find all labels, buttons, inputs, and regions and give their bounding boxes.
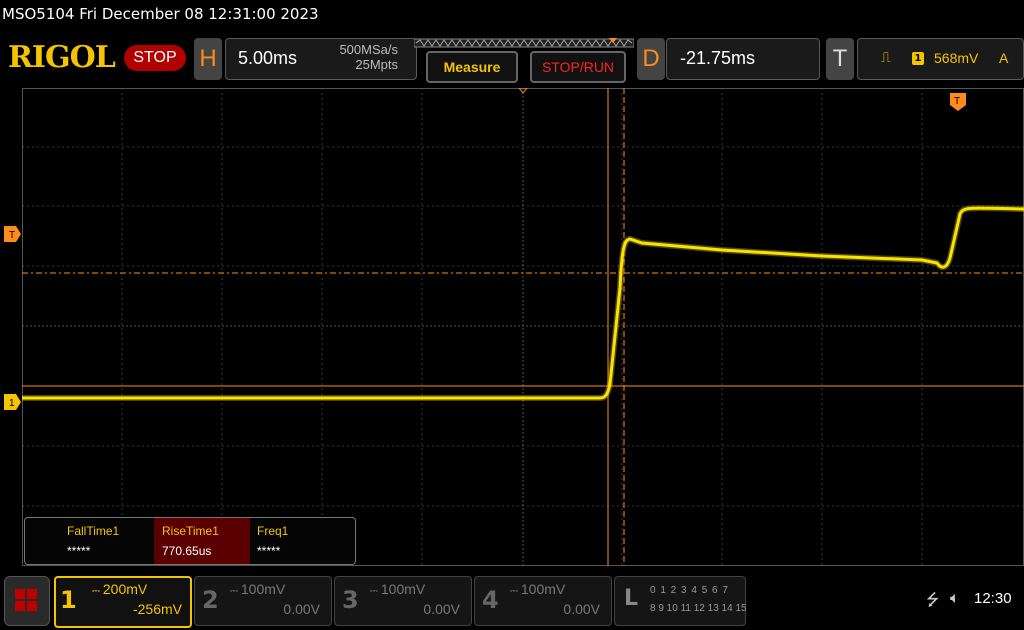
meas-risetime[interactable]: RiseTime1 770.65us [154, 518, 250, 564]
channel-1-scale-value: 200mV [102, 581, 148, 597]
menu-grid-icon [15, 589, 37, 611]
channel-2-scale-value: 100mV [240, 581, 286, 597]
channel-1-scale: ⎓ 200mV [92, 581, 147, 597]
trigger-level-marker-label: T [9, 230, 15, 241]
rising-edge-icon: ⎍ [881, 50, 891, 66]
channel-3-number: 3 [342, 586, 359, 614]
delay-tag[interactable]: D [637, 38, 665, 80]
ch1-offset-marker[interactable]: 1 [4, 394, 22, 410]
trigger-source-badge: 1 [912, 52, 924, 65]
graticule-center [22, 88, 1024, 566]
title-line: MSO5104 Fri December 08 12:31:00 2023 [2, 5, 319, 23]
sample-rate-info: 500MSa/s 25Mpts [318, 42, 398, 72]
channel-4-scale-value: 100mV [520, 581, 566, 597]
logic-channels-row-1: 0 1 2 3 4 5 6 7 [650, 585, 729, 596]
horizontal-tag[interactable]: H [194, 38, 222, 80]
meas-falltime[interactable]: FallTime1 ***** [59, 518, 155, 564]
graticule [22, 88, 1024, 566]
logic-channels-row-2: 8 9 10 11 12 13 14 15 [650, 603, 747, 614]
meas-name: FallTime1 [67, 524, 120, 538]
meas-freq[interactable]: Freq1 ***** [249, 518, 345, 564]
channel-2-offset: 0.00V [283, 601, 320, 617]
trigger-position-marker[interactable]: T [950, 93, 966, 111]
memory-timeline [414, 38, 634, 48]
speaker-muted-icon[interactable]: 🔈︎ [950, 588, 960, 608]
delay-value: -21.75ms [680, 48, 756, 68]
meas-name: RiseTime1 [162, 524, 219, 538]
measurement-panel[interactable]: FallTime1 ***** RiseTime1 770.65us Freq1… [24, 517, 356, 565]
dc-coupling-icon: ⎓ [370, 586, 378, 597]
dc-coupling-icon: ⎓ [510, 586, 518, 597]
trigger-tag[interactable]: T [826, 38, 854, 80]
channel-3-offset: 0.00V [423, 601, 460, 617]
meas-value: 770.65us [162, 544, 212, 558]
run-state-badge[interactable]: STOP [124, 45, 186, 71]
dc-coupling-icon: ⎓ [230, 586, 238, 597]
logic-analyzer-label: L [624, 586, 639, 611]
channel-4-number: 4 [482, 586, 499, 614]
channel-3-scale-value: 100mV [380, 581, 426, 597]
waveform-display[interactable] [22, 88, 1024, 566]
trigger-mode: A [999, 50, 1009, 66]
channel-1-offset: -256mV [132, 601, 182, 617]
stop-run-button[interactable]: STOP/RUN [530, 51, 626, 83]
dc-coupling-icon: ⎓ [92, 586, 100, 597]
memory-depth: 25Mpts [355, 57, 398, 72]
channel-4-offset: 0.00V [563, 601, 600, 617]
channel-2-scale: ⎓ 100mV [230, 581, 285, 597]
system-clock: 12:30 [974, 590, 1012, 607]
trigger-level-marker[interactable]: T [4, 226, 22, 242]
rigol-logo: RIGOL [8, 40, 116, 75]
ch1-marker-label: 1 [9, 398, 15, 409]
timebase-value: 5.00ms [238, 48, 298, 68]
channel-2-number: 2 [202, 586, 219, 614]
channel-4-scale: ⎓ 100mV [510, 581, 565, 597]
meas-value: ***** [67, 544, 91, 558]
trigger-position-marker-label: T [954, 96, 960, 107]
meas-name: Freq1 [257, 524, 289, 538]
channel-1-number: 1 [60, 586, 77, 614]
sample-rate: 500MSa/s [339, 42, 398, 57]
meas-value: ***** [257, 544, 281, 558]
trigger-level: 568mV [934, 50, 979, 66]
usb-icon: ⭍ [926, 590, 940, 609]
measure-button[interactable]: Measure [426, 51, 518, 83]
channel-3-scale: ⎓ 100mV [370, 581, 425, 597]
